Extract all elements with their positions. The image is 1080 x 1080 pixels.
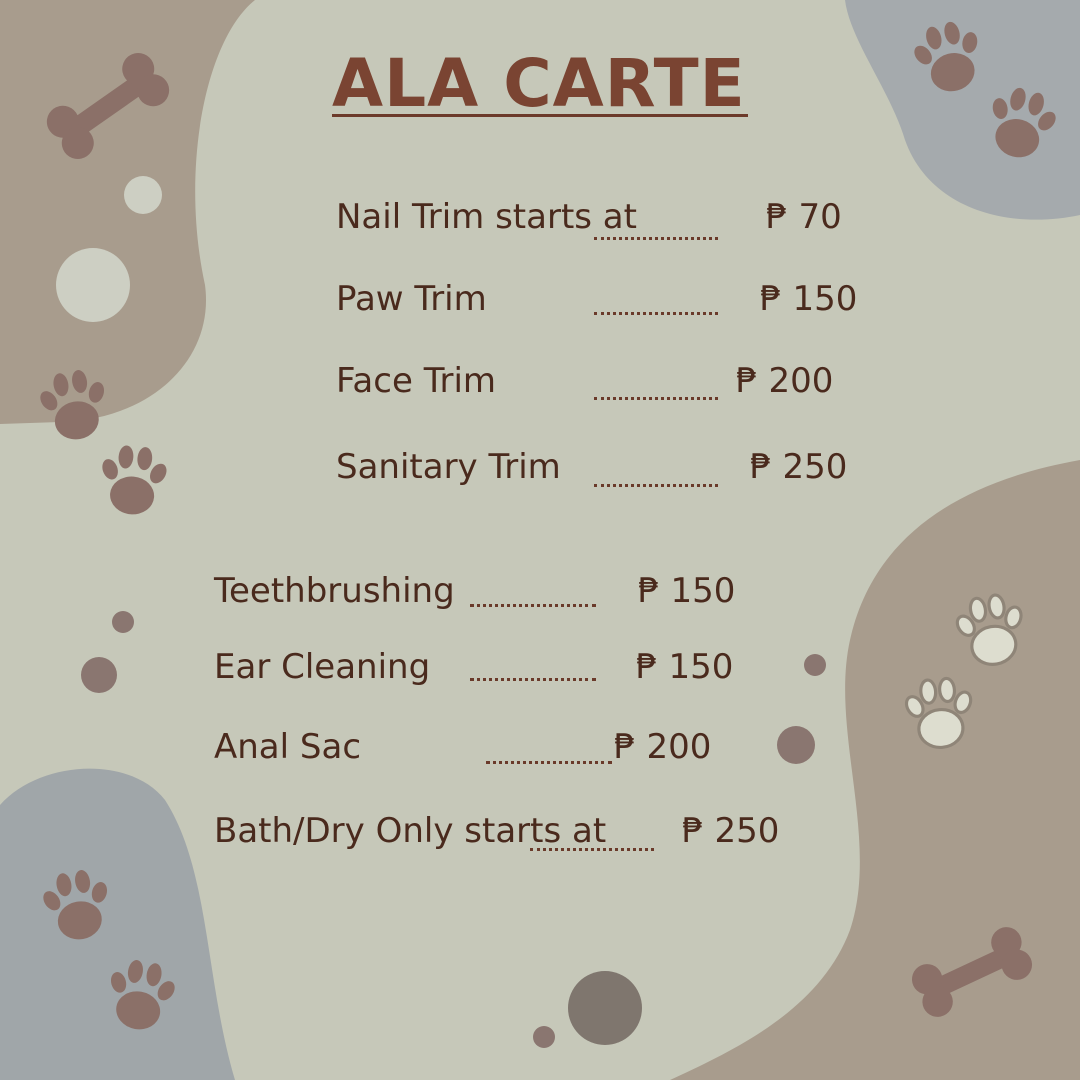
item-price: ₱ 200 [736,361,834,401]
dot [81,657,117,693]
background-decor [0,0,1080,1080]
dot [56,248,130,322]
item-label: Sanitary Trim [336,447,561,487]
title-underline [332,114,748,117]
item-label: Teethbrushing [214,571,455,611]
menu-title: ALA CARTE [332,45,746,122]
item-price: ₱ 150 [760,279,858,319]
menu-item-anal-sac: Anal Sac ₱ 200 [214,722,744,772]
dot [804,654,826,676]
item-price: ₱ 250 [682,811,780,851]
item-price: ₱ 150 [638,571,736,611]
dotted-leader [594,237,718,240]
item-price: ₱ 200 [614,727,712,767]
item-label: Ear Cleaning [214,647,431,687]
menu-item-face-trim: Face Trim ₱ 200 [336,356,866,406]
dotted-leader [470,678,596,681]
dot [112,611,134,633]
dot [777,726,815,764]
item-label: Face Trim [336,361,497,401]
item-price: ₱ 70 [766,197,842,237]
dotted-leader [530,848,654,851]
item-label: Nail Trim starts at [336,197,637,237]
menu-item-bath-dry: Bath/Dry Only starts at ₱ 250 [214,806,814,856]
blob-bottom-left [0,768,235,1080]
dotted-leader [486,761,612,764]
dot [568,971,642,1045]
dot [533,1026,555,1048]
item-price: ₱ 150 [636,647,734,687]
dotted-leader [594,397,718,400]
menu-item-paw-trim: Paw Trim ₱ 150 [336,274,866,324]
blob-top-right [845,0,1080,220]
dot [124,176,162,214]
item-label: Paw Trim [336,279,487,319]
menu-item-sanitary-trim: Sanitary Trim ₱ 250 [336,442,866,492]
menu-item-teethbrushing: Teethbrushing ₱ 150 [214,566,744,616]
paw-print-icon [95,443,172,518]
item-label: Anal Sac [214,727,362,767]
dotted-leader [594,312,718,315]
menu-item-ear-cleaning: Ear Cleaning ₱ 150 [214,642,744,692]
item-price: ₱ 250 [750,447,848,487]
dotted-leader [470,604,596,607]
menu-item-nail-trim: Nail Trim starts at ₱ 70 [336,192,866,242]
dotted-leader [594,484,718,487]
